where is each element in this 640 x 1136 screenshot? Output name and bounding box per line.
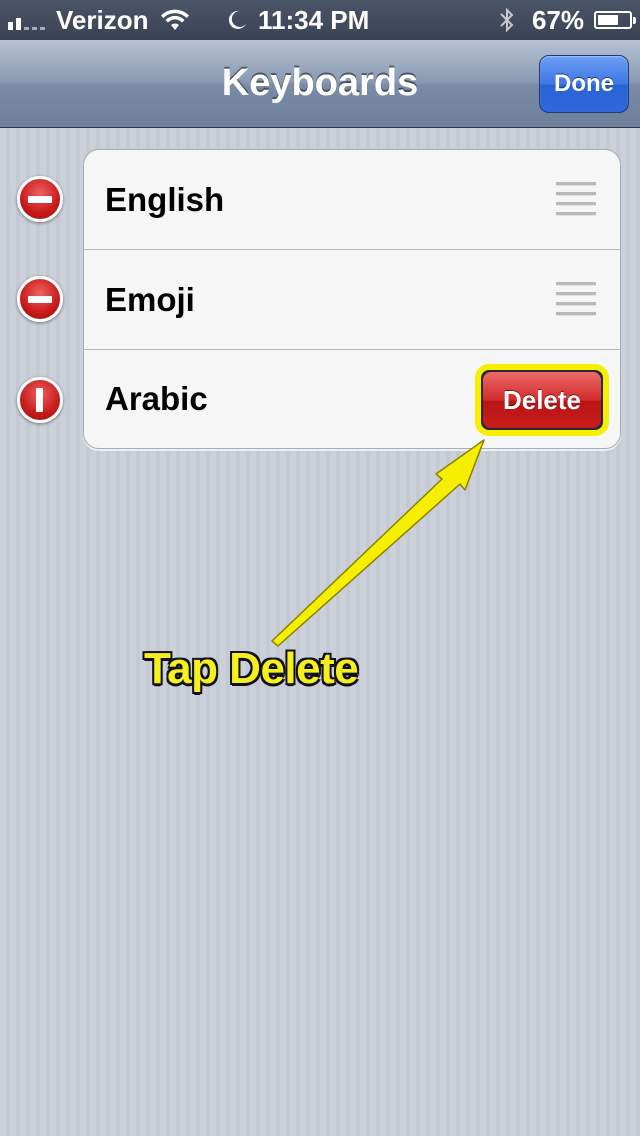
reorder-icon[interactable] [556,282,596,316]
reorder-icon[interactable] [556,182,596,216]
wifi-icon [161,9,190,30]
status-bar: Verizon 11:34 PM 67% [0,0,640,40]
moon-icon [228,10,246,29]
signal-icon [8,10,48,30]
status-right: 67% [498,4,636,36]
battery-icon [594,11,636,29]
delete-highlight: Delete [475,364,609,436]
list-item-arabic[interactable]: Arabic Delete [84,350,620,448]
status-left: Verizon [8,4,190,36]
minus-icon[interactable] [17,276,63,322]
keyboard-list: English Emoji Arabic Delete [83,149,621,449]
navigation-bar: Keyboards Done [0,40,640,128]
keyboard-label: English [105,180,225,218]
bluetooth-icon [500,7,514,33]
clock-label: 11:34 PM [258,4,370,35]
list-item-english[interactable]: English [84,150,620,250]
delete-button[interactable]: Delete [483,372,601,428]
done-button[interactable]: Done [539,55,629,113]
keyboard-label: Arabic [105,380,208,417]
battery-fill [598,15,618,25]
keyboard-label: Emoji [105,280,195,318]
carrier-label: Verizon [56,4,149,35]
battery-percent-label: 67% [531,4,584,35]
rotated-minus-icon[interactable] [17,377,63,423]
list-item-emoji[interactable]: Emoji [84,250,620,350]
status-center: 11:34 PM [226,4,369,36]
annotation-label: Tap Delete [144,644,359,693]
minus-icon[interactable] [17,176,63,222]
